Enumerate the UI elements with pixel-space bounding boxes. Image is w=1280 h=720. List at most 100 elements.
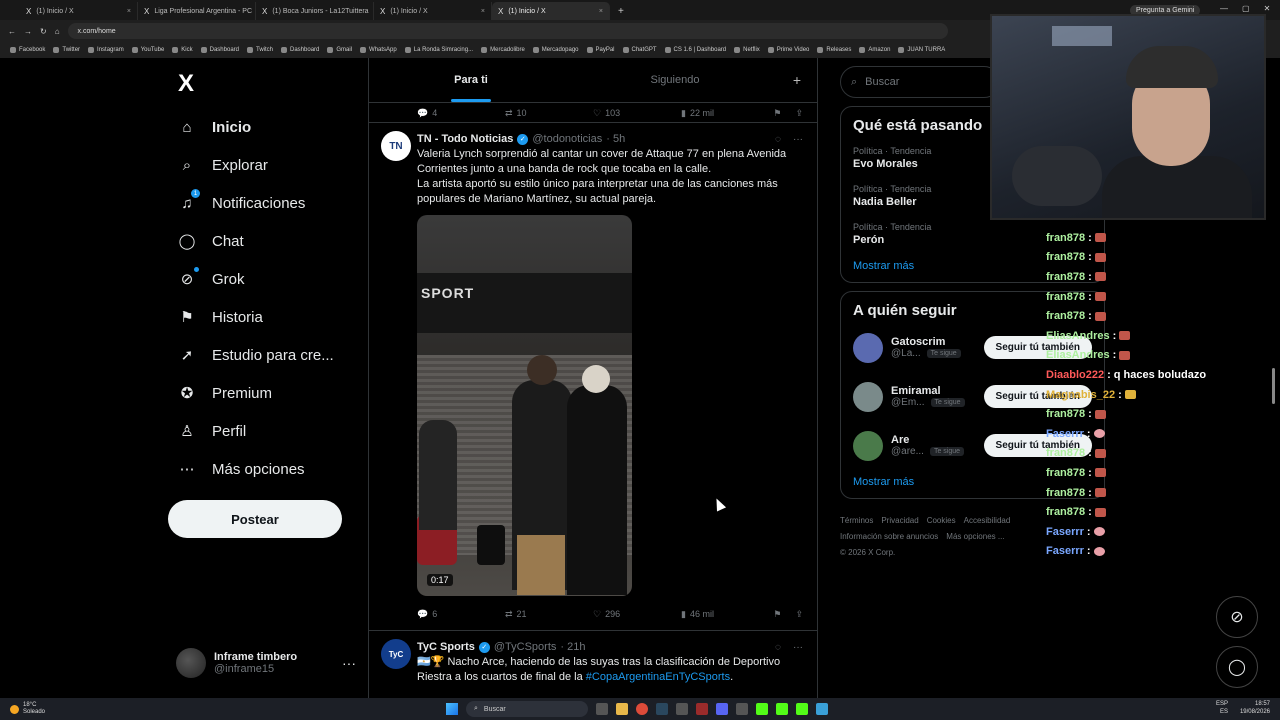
- windows-start-icon[interactable]: [446, 703, 458, 715]
- tab-siguiendo[interactable]: Siguiendo: [573, 58, 777, 102]
- taskbar-search[interactable]: ⌕ Buscar: [466, 701, 588, 717]
- chat-username[interactable]: fran878: [1046, 506, 1085, 518]
- tweet[interactable]: TyC TyC Sports ✓ @TyCSports · 21h ◌ ··· …: [369, 631, 817, 698]
- post-button[interactable]: Postear: [168, 500, 342, 538]
- bookmark-item[interactable]: Amazon: [859, 46, 890, 53]
- app-icon[interactable]: [596, 703, 608, 715]
- footer-link[interactable]: Privacidad: [881, 516, 918, 525]
- avatar[interactable]: [853, 430, 883, 461]
- bookmark-item[interactable]: Dashboard: [200, 46, 239, 53]
- more-icon[interactable]: ···: [793, 134, 803, 145]
- bookmark-item[interactable]: Twitter: [53, 46, 80, 53]
- bookmark-item[interactable]: Releases: [817, 46, 851, 53]
- footer-link[interactable]: Accesibilidad: [964, 516, 1011, 525]
- chat-username[interactable]: Faserrr: [1046, 526, 1084, 538]
- browser-tab[interactable]: X (1) Inicio / X ×: [492, 2, 610, 20]
- bookmark-item[interactable]: CS 1.6 | Dashboard: [664, 46, 726, 53]
- nav-item-más[interactable]: ⋯ Más opciones: [168, 450, 358, 488]
- like-button[interactable]: ♡ 103: [593, 108, 681, 119]
- kick-icon[interactable]: [796, 703, 808, 715]
- url-field[interactable]: x.com/home: [67, 23, 948, 39]
- bookmark-item[interactable]: Mercadopago: [532, 46, 579, 53]
- close-window-icon[interactable]: ✕: [1264, 4, 1271, 13]
- app-icon[interactable]: [676, 703, 688, 715]
- browser-tab[interactable]: X (1) Inicio / X ×: [20, 2, 138, 20]
- bookmark-item[interactable]: La Ronda Simracing...: [404, 46, 473, 53]
- tweet-video[interactable]: SPORT 0:17: [417, 215, 632, 596]
- reply-button[interactable]: 💬 4: [417, 108, 505, 119]
- like-button[interactable]: ♡ 296: [593, 609, 681, 620]
- tweet-time[interactable]: · 5h: [606, 133, 625, 145]
- bookmark-item[interactable]: Mercadolibre: [481, 46, 525, 53]
- account-switcher[interactable]: Inframe timbero @inframe15 ···: [176, 645, 356, 681]
- footer-link[interactable]: Términos: [840, 516, 873, 525]
- footer-link[interactable]: Más opciones ...: [946, 532, 1004, 541]
- bookmark-item[interactable]: Dashboard: [281, 46, 319, 53]
- search-input[interactable]: ⌕ Buscar: [840, 66, 1000, 98]
- close-tab-icon[interactable]: ×: [481, 8, 485, 15]
- browser-tab[interactable]: X(1) Boca Juniors - La12Tuittera×: [256, 2, 374, 20]
- bookmark-item[interactable]: Facebook: [10, 46, 45, 53]
- tweet-author-name[interactable]: TyC Sports: [417, 641, 475, 653]
- chrome-icon[interactable]: [636, 703, 648, 715]
- tweet[interactable]: TN TN - Todo Noticias ✓ @todonoticias · …: [369, 123, 817, 631]
- minimize-icon[interactable]: —: [1220, 4, 1228, 13]
- kick-icon[interactable]: [756, 703, 768, 715]
- avatar[interactable]: [853, 381, 883, 412]
- bookmark-item[interactable]: Instagram: [88, 46, 124, 53]
- app-icon[interactable]: [736, 703, 748, 715]
- bookmark-item[interactable]: WhatsApp: [360, 46, 397, 53]
- back-icon[interactable]: ←: [8, 27, 16, 36]
- chat-username[interactable]: fran878: [1046, 271, 1085, 283]
- clock-date[interactable]: 19/08/2026: [1240, 708, 1270, 716]
- close-tab-icon[interactable]: ×: [127, 8, 131, 15]
- nav-item-grok[interactable]: ⊘ Grok: [168, 260, 358, 298]
- chat-username[interactable]: Magnabis_22: [1046, 389, 1115, 401]
- grok-icon[interactable]: ◌: [775, 134, 781, 145]
- nav-item-perfil[interactable]: ♙ Perfil: [168, 412, 358, 450]
- bookmark-item[interactable]: YouTube: [131, 46, 164, 53]
- chat-username[interactable]: fran878: [1046, 310, 1085, 322]
- close-tab-icon[interactable]: ×: [599, 8, 603, 15]
- bookmark-item[interactable]: Kick: [172, 46, 193, 53]
- nav-item-estudio[interactable]: ➚ Estudio para cre...: [168, 336, 358, 374]
- chat-username[interactable]: fran878: [1046, 232, 1085, 244]
- clock-time[interactable]: 18:57: [1240, 700, 1270, 708]
- app-icon[interactable]: [696, 703, 708, 715]
- lang-primary[interactable]: ESP: [1216, 700, 1228, 708]
- avatar[interactable]: TN: [381, 131, 411, 161]
- app-icon[interactable]: [816, 703, 828, 715]
- chat-username[interactable]: Faserrr: [1046, 545, 1084, 557]
- share-icon[interactable]: ⇪: [795, 108, 803, 119]
- grok-float-button[interactable]: ⊘: [1216, 596, 1258, 638]
- chat-username[interactable]: fran878: [1046, 447, 1085, 459]
- grok-icon[interactable]: ◌: [775, 642, 781, 653]
- nav-item-explorar[interactable]: ⌕ Explorar: [168, 146, 358, 184]
- kick-icon[interactable]: [776, 703, 788, 715]
- more-icon[interactable]: ···: [342, 655, 356, 671]
- reload-icon[interactable]: ↻: [40, 27, 47, 36]
- bookmark-item[interactable]: Netflix: [734, 46, 760, 53]
- hashtag-link[interactable]: #CopaArgentinaEnTyCSports: [586, 671, 730, 683]
- steam-icon[interactable]: [656, 703, 668, 715]
- views-button[interactable]: ▮ 22 mil: [681, 108, 761, 119]
- nav-item-chat[interactable]: ◯ Chat: [168, 222, 358, 260]
- bookmark-item[interactable]: PayPal: [586, 46, 615, 53]
- bookmark-item[interactable]: JUAN TURRA: [898, 46, 945, 53]
- chat-username[interactable]: fran878: [1046, 467, 1085, 479]
- footer-link[interactable]: Cookies: [927, 516, 956, 525]
- bookmark-item[interactable]: Gmail: [327, 46, 352, 53]
- nav-item-inicio[interactable]: ⌂ Inicio: [168, 108, 358, 146]
- messages-float-button[interactable]: ◯: [1216, 646, 1258, 688]
- bookmark-item[interactable]: Twitch: [247, 46, 273, 53]
- new-tab-button[interactable]: +: [610, 2, 632, 20]
- bookmark-icon[interactable]: ⚑: [773, 609, 781, 620]
- chat-username[interactable]: Faserrr: [1046, 428, 1084, 440]
- x-logo[interactable]: X: [178, 70, 358, 98]
- repost-button[interactable]: ⇄ 21: [505, 609, 593, 620]
- views-button[interactable]: ▮ 46 mil: [681, 609, 761, 620]
- reply-button[interactable]: 💬 6: [417, 609, 505, 620]
- scrollbar[interactable]: [1272, 368, 1275, 404]
- nav-item-premium[interactable]: ✪ Premium: [168, 374, 358, 412]
- nav-item-notificaciones[interactable]: ♫ 1 Notificaciones: [168, 184, 358, 222]
